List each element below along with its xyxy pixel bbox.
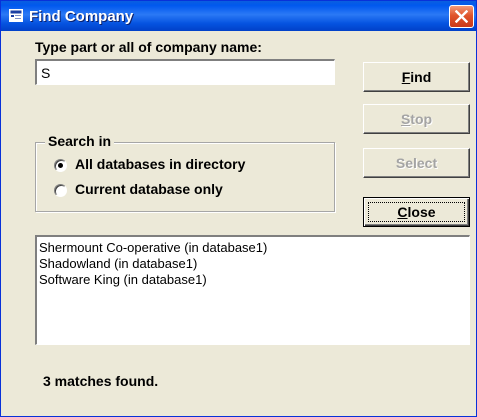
title-bar[interactable]: Find Company [1, 1, 476, 31]
window-title: Find Company [29, 8, 134, 25]
search-in-group [35, 142, 335, 212]
close-window-button[interactable] [449, 5, 474, 28]
results-list[interactable]: Shermount Co-operative (in database1) Sh… [35, 235, 470, 345]
focus-rectangle [368, 202, 465, 222]
close-button[interactable]: Close [363, 197, 470, 227]
company-name-label: Type part or all of company name: [35, 39, 262, 55]
search-in-legend: Search in [45, 133, 115, 149]
list-item[interactable]: Shermount Co-operative (in database1) [39, 240, 467, 256]
stop-button-label: Stop [400, 111, 433, 127]
company-name-input[interactable] [35, 59, 335, 85]
window-icon [9, 9, 23, 22]
list-item[interactable]: Software King (in database1) [39, 272, 467, 288]
radio-checked-indicator[interactable] [54, 159, 67, 172]
stop-button[interactable]: Stop [363, 104, 470, 134]
radio-unchecked-indicator[interactable] [54, 184, 67, 197]
find-company-dialog: Find Company Type part or all of company… [0, 0, 477, 417]
radio-all-databases-label: All databases in directory [75, 156, 246, 172]
find-button-label: Find [401, 69, 432, 85]
select-button[interactable]: Select [363, 148, 470, 178]
close-icon [455, 10, 468, 23]
find-button[interactable]: Find [363, 62, 470, 92]
list-item[interactable]: Shadowland (in database1) [39, 256, 467, 272]
status-text: 3 matches found. [43, 373, 159, 389]
select-button-label: Select [395, 155, 438, 171]
radio-current-database-label: Current database only [75, 181, 223, 197]
